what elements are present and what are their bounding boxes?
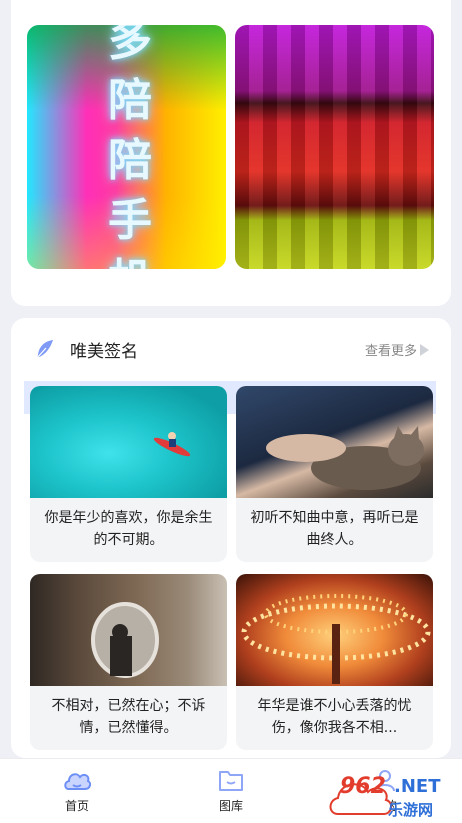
kitten-illustration bbox=[266, 426, 424, 490]
arrow-right-icon bbox=[420, 343, 429, 356]
signature-text: 不相对，已然在心；不诉情，已然懂得。 bbox=[51, 698, 206, 736]
signature-card[interactable]: 初听不知曲中意，再听已是曲终人。 bbox=[236, 386, 433, 562]
section-title: 唯美签名 bbox=[70, 342, 138, 362]
view-more-label: 查看更多 bbox=[364, 344, 417, 359]
signature-text: 你是年少的喜欢，你是余生的不可期。 bbox=[44, 510, 213, 548]
tab-label: 图库 bbox=[218, 799, 243, 813]
signature-photo bbox=[30, 386, 227, 498]
mirror-illustration bbox=[91, 602, 159, 678]
feather-icon bbox=[36, 340, 53, 359]
signature-text: 年华是谁不小心丢落的忧伤，像你我各不相... bbox=[257, 698, 412, 736]
carousel-illustration bbox=[241, 594, 431, 684]
home-cloud-icon bbox=[64, 773, 91, 790]
folder-icon bbox=[219, 771, 243, 791]
section-header: 唯美签名 查看更多 bbox=[11, 318, 451, 380]
wallpaper-thumbnail[interactable] bbox=[235, 25, 434, 269]
wallpaper-overlay-text: 多陪陪手机 bbox=[108, 25, 152, 269]
signature-photo bbox=[236, 386, 433, 498]
wallpaper-thumbnail[interactable]: 多陪陪手机 bbox=[27, 25, 226, 269]
signature-photo bbox=[236, 574, 433, 686]
tab-label: 首页 bbox=[64, 799, 89, 813]
signature-text: 初听不知曲中意，再听已是曲终人。 bbox=[250, 510, 419, 548]
tab-home[interactable]: 首页 bbox=[42, 767, 112, 814]
signature-photo bbox=[30, 574, 227, 686]
signature-card[interactable]: 年华是谁不小心丢落的忧伤，像你我各不相... bbox=[236, 574, 433, 750]
paddleboard-illustration bbox=[153, 432, 191, 457]
watermark-suffix: .NET bbox=[394, 776, 441, 797]
watermark-logo: 962 .NET 乐游网 bbox=[328, 772, 456, 820]
signature-card[interactable]: 你是年少的喜欢，你是余生的不可期。 bbox=[30, 386, 227, 562]
tab-gallery[interactable]: 图库 bbox=[196, 767, 266, 814]
watermark-cn: 乐游网 bbox=[388, 801, 434, 819]
watermark-number: 962 bbox=[340, 774, 386, 799]
view-more-link[interactable]: 查看更多 bbox=[365, 340, 429, 359]
wallpaper-section: 多陪陪手机 bbox=[11, 0, 451, 306]
signature-section: 唯美签名 查看更多 你是年少的喜欢，你是余生的不可期。 初听不知曲中意，再听已是… bbox=[11, 318, 451, 758]
signature-card[interactable]: 不相对，已然在心；不诉情，已然懂得。 bbox=[30, 574, 227, 750]
